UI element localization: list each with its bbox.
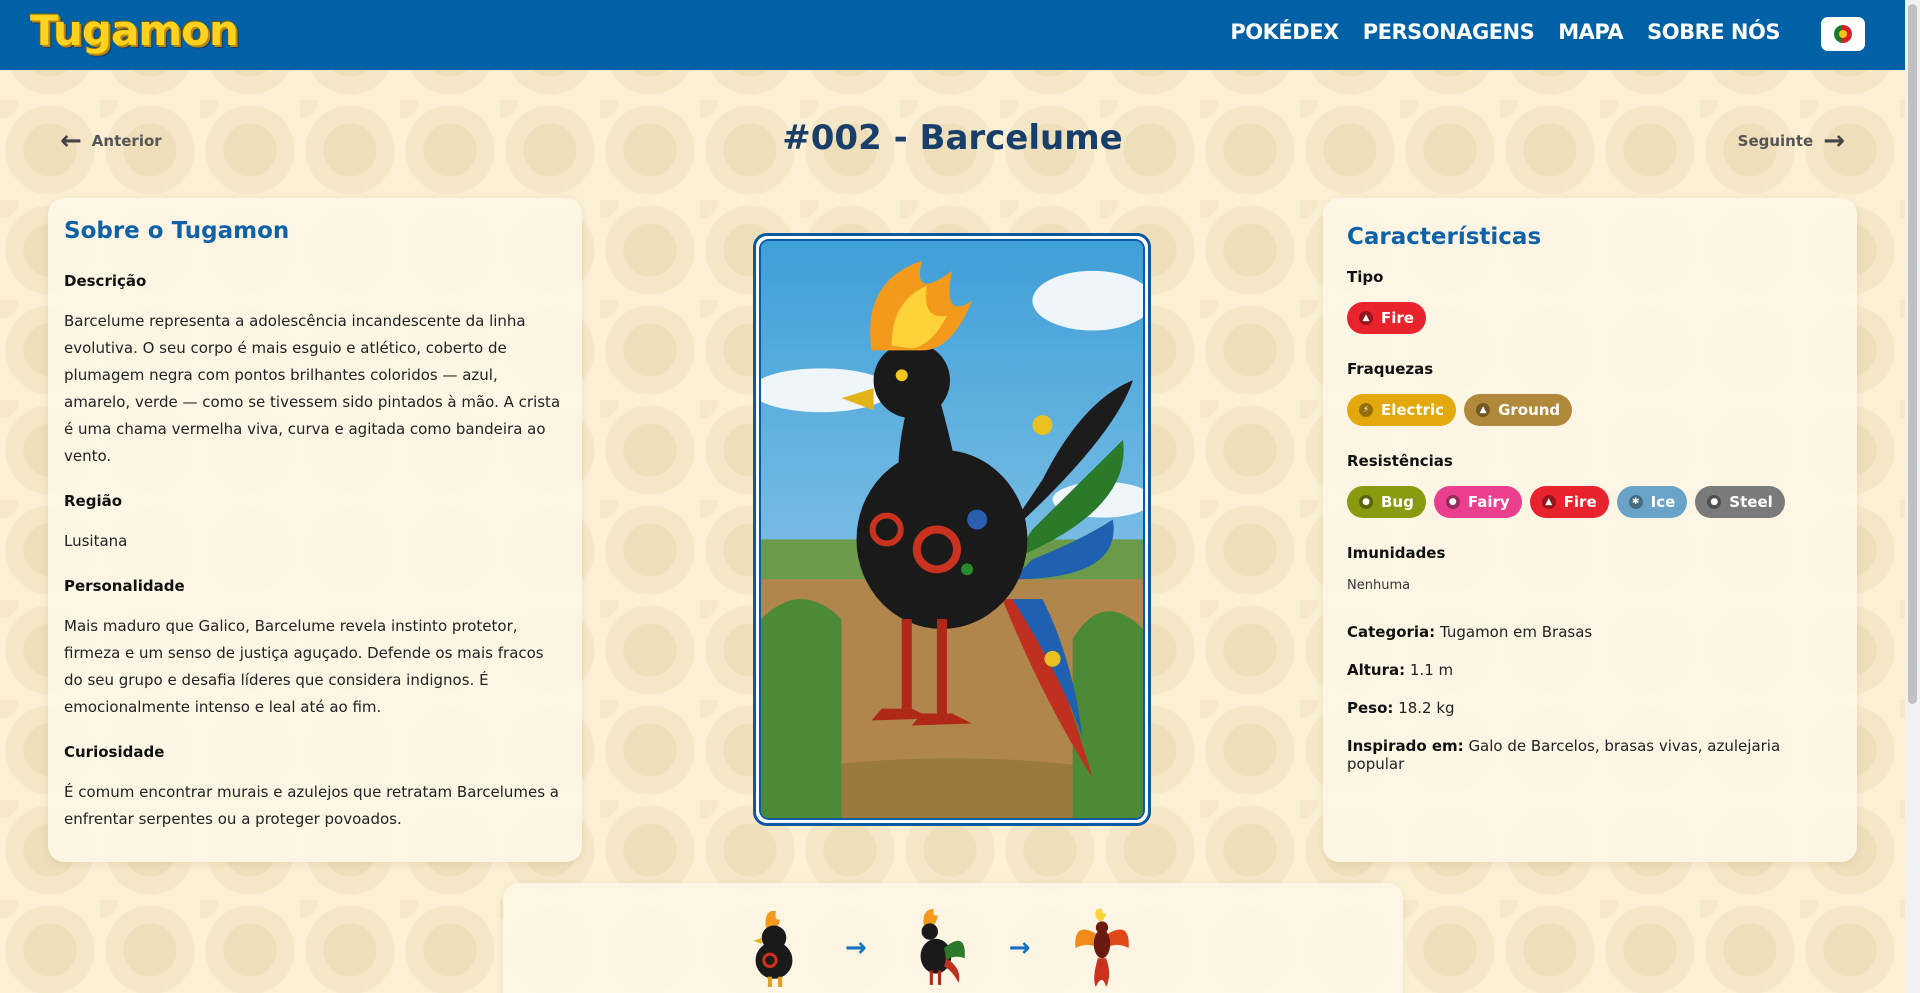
electric-icon: ⚡ [1359, 403, 1373, 417]
tugamon-logo[interactable]: Tugamon [30, 6, 239, 55]
resistance-badge-label: Ice [1650, 493, 1676, 511]
bug-icon: ● [1359, 495, 1373, 509]
arrow-right-icon: → [1823, 126, 1845, 156]
personality-label: Personalidade [64, 577, 185, 595]
resistance-badges: ● Bug ● Fairy ▲ Fire ✱ Ice ● Steel [1347, 486, 1833, 518]
resistance-badge-ice[interactable]: ✱ Ice [1616, 486, 1688, 518]
resistance-badge-label: Steel [1729, 493, 1773, 511]
characteristics-heading: Características [1347, 224, 1542, 250]
immunities-label: Imunidades [1347, 544, 1446, 562]
weakness-badge-electric[interactable]: ⚡ Electric [1347, 394, 1457, 426]
resistance-badge-label: Fairy [1467, 493, 1510, 511]
arrow-right-icon: → [845, 933, 867, 963]
trivia-text: É comum encontrar murais e azulejos que … [64, 783, 559, 828]
type-badges: ▲ Fire [1347, 302, 1833, 334]
inspired-label: Inspirado em: [1347, 737, 1464, 755]
weakness-badge-ground[interactable]: ▲ Ground [1464, 394, 1573, 426]
fenix-sprite[interactable] [1071, 907, 1133, 989]
nav-personagens[interactable]: PERSONAGENS [1363, 20, 1535, 44]
weakness-badges: ⚡ Electric ▲ Ground [1347, 394, 1833, 426]
type-badge-fire[interactable]: ▲ Fire [1347, 302, 1426, 334]
type-label: Tipo [1347, 268, 1384, 286]
weight-value: 18.2 kg [1398, 699, 1455, 717]
characteristics-card: Características Tipo ▲ Fire Fraquezas ⚡ … [1323, 198, 1857, 862]
next-label: Seguinte [1737, 132, 1814, 150]
resistances-label: Resistências [1347, 452, 1453, 470]
type-badge-label: Fire [1381, 309, 1414, 327]
personality-text: Mais maduro que Galico, Barcelume revela… [64, 617, 544, 716]
main-nav: POKÉDEX PERSONAGENS MAPA SOBRE NÓS [1230, 20, 1780, 44]
resistance-badge-label: Bug [1381, 493, 1414, 511]
scrollbar-thumb[interactable] [1908, 4, 1917, 704]
about-card: Sobre o Tugamon Descrição Barcelume repr… [48, 198, 582, 862]
tugamon-portrait [753, 233, 1151, 826]
weakness-badge-label: Electric [1381, 401, 1445, 419]
resistance-badge-bug[interactable]: ● Bug [1347, 486, 1426, 518]
barcelume-illustration [761, 241, 1143, 818]
portugal-flag-icon [1834, 25, 1852, 43]
resistance-badge-fairy[interactable]: ● Fairy [1433, 486, 1522, 518]
immunities-value: Nenhuma [1347, 578, 1411, 593]
ground-icon: ▲ [1476, 403, 1491, 417]
arrow-right-icon: → [1008, 933, 1031, 963]
weight-row: Peso: 18.2 kg [1347, 699, 1833, 717]
height-value: 1.1 m [1409, 661, 1454, 679]
height-row: Altura: 1.1 m [1347, 661, 1833, 679]
inspired-row: Inspirado em: Galo de Barcelos, brasas v… [1347, 737, 1833, 773]
top-navbar: Tugamon POKÉDEX PERSONAGENS MAPA SOBRE N… [0, 0, 1905, 70]
category-label: Categoria: [1347, 623, 1436, 641]
category-value: Tugamon em Brasas [1439, 623, 1593, 641]
height-label: Altura: [1347, 661, 1406, 679]
next-link[interactable]: Seguinte → [1738, 128, 1845, 154]
description-text: Barcelume representa a adolescência inca… [64, 312, 561, 465]
nav-mapa[interactable]: MAPA [1558, 20, 1623, 44]
about-heading: Sobre o Tugamon [64, 218, 290, 244]
language-button[interactable] [1821, 17, 1865, 51]
steel-icon: ● [1707, 495, 1722, 509]
barcelume-sprite[interactable] [907, 907, 969, 989]
fairy-icon: ● [1445, 495, 1460, 509]
resistance-badge-steel[interactable]: ● Steel [1695, 486, 1785, 518]
nav-sobre-nos[interactable]: SOBRE NÓS [1647, 20, 1780, 44]
weight-label: Peso: [1347, 699, 1394, 717]
weakness-badge-label: Ground [1498, 401, 1561, 419]
description-label: Descrição [64, 272, 147, 290]
resistance-badge-label: Fire [1563, 493, 1597, 511]
fire-icon: ▲ [1359, 311, 1373, 325]
category-row: Categoria: Tugamon em Brasas [1347, 623, 1833, 641]
fire-icon: ▲ [1541, 495, 1556, 509]
page-scrollbar[interactable] [1905, 0, 1920, 993]
weaknesses-label: Fraquezas [1347, 360, 1434, 378]
ice-icon: ✱ [1628, 495, 1643, 509]
page-title: #002 - Barcelume [782, 118, 1123, 158]
region-label: Região [64, 492, 123, 510]
galico-sprite[interactable] [743, 907, 805, 989]
region-text: Lusitana [64, 532, 128, 550]
trivia-label: Curiosidade [64, 743, 165, 761]
resistance-badge-fire[interactable]: ▲ Fire [1529, 486, 1609, 518]
evolution-chain: → → [503, 883, 1403, 993]
nav-pokedex[interactable]: POKÉDEX [1230, 20, 1339, 44]
